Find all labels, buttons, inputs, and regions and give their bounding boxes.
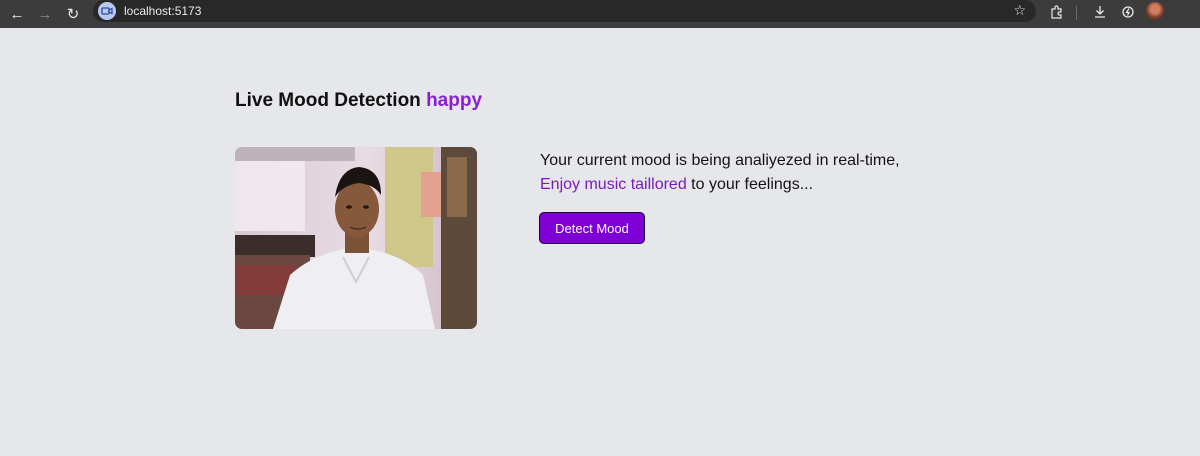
- extensions-icon[interactable]: [1048, 3, 1066, 21]
- description-accent: Enjoy music taillored: [540, 176, 687, 193]
- site-info-icon[interactable]: [98, 2, 116, 20]
- back-arrow-icon[interactable]: ←: [7, 4, 27, 24]
- forward-arrow-icon[interactable]: →: [35, 4, 55, 24]
- detected-mood: happy: [426, 90, 483, 111]
- avatar[interactable]: [1146, 2, 1164, 20]
- title-text: Live Mood Detection: [235, 90, 421, 111]
- browser-toolbar: ← → ↻ localhost:5173 ☆: [0, 0, 1200, 28]
- toolbar-divider: [1076, 6, 1077, 20]
- reload-icon[interactable]: ↻: [63, 4, 83, 24]
- webcam-feed: [235, 147, 477, 329]
- url-text[interactable]: localhost:5173: [124, 4, 201, 18]
- star-icon[interactable]: ☆: [1013, 2, 1026, 19]
- address-bar[interactable]: localhost:5173 ☆: [93, 0, 1036, 22]
- description-line-1: Your current mood is being analiyezed in…: [540, 152, 900, 169]
- mood-description: Your current mood is being analiyezed in…: [540, 149, 940, 197]
- performance-icon[interactable]: [1119, 3, 1137, 21]
- detect-mood-button[interactable]: Detect Mood: [539, 212, 645, 244]
- download-icon[interactable]: [1091, 3, 1109, 21]
- page-title: Live Mood Detection happy: [235, 90, 482, 112]
- description-rest: to your feelings...: [686, 176, 814, 193]
